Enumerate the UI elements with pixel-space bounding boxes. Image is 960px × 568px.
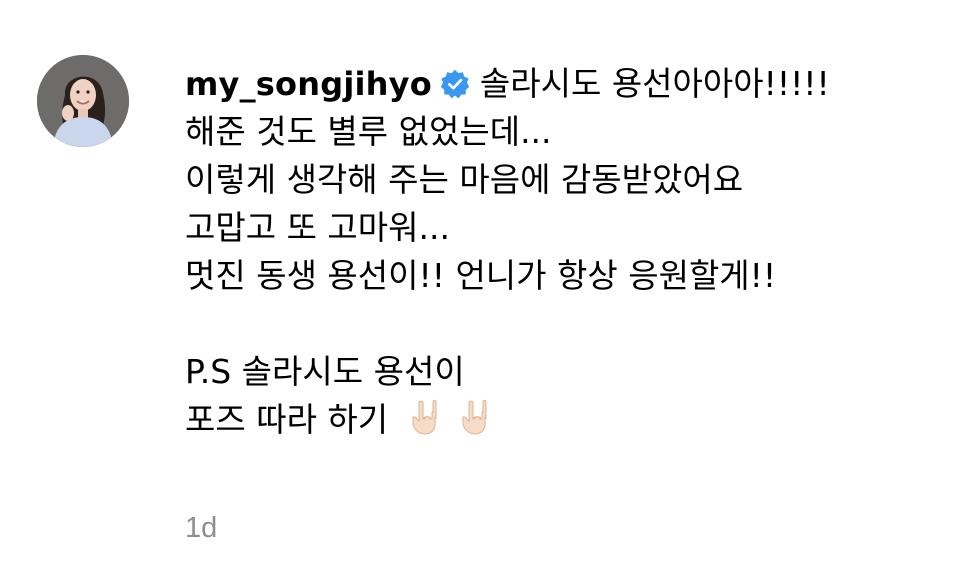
username-link[interactable]: my_songjihyo xyxy=(185,65,432,103)
comment-text-line: 솔라시도 용선아아아!!!!! xyxy=(479,64,830,103)
comment-text-line-with-emoji: 포즈 따라 하기 xyxy=(185,396,945,444)
comment-body: my_songjihyo 솔라시도 용선아아아!!!!! 해준 것도 별루 없었… xyxy=(185,60,945,444)
comment-text-line: 해준 것도 별루 없었는데... xyxy=(185,112,552,151)
comment-item: my_songjihyo 솔라시도 용선아아아!!!!! 해준 것도 별루 없었… xyxy=(0,0,960,568)
comment-text-line: 이렇게 생각해 주는 마음에 감동받았어요 xyxy=(185,160,744,199)
sign-of-the-horns-hand-icon xyxy=(403,397,494,450)
comment-text: 포즈 따라 하기 xyxy=(185,400,389,439)
comment-text-line: P.S 솔라시도 용선이 xyxy=(185,352,465,391)
comment-text-line: 멋진 동생 용선이!! 언니가 항상 응원할게!! xyxy=(185,256,777,295)
comment-timestamp[interactable]: 1d xyxy=(185,512,217,545)
comment-text-line: 고맙고 또 고마워... xyxy=(185,208,450,247)
comment-header: my_songjihyo 솔라시도 용선아아아!!!!! xyxy=(185,60,945,108)
verified-badge-icon xyxy=(440,69,470,99)
avatar[interactable] xyxy=(37,55,129,147)
